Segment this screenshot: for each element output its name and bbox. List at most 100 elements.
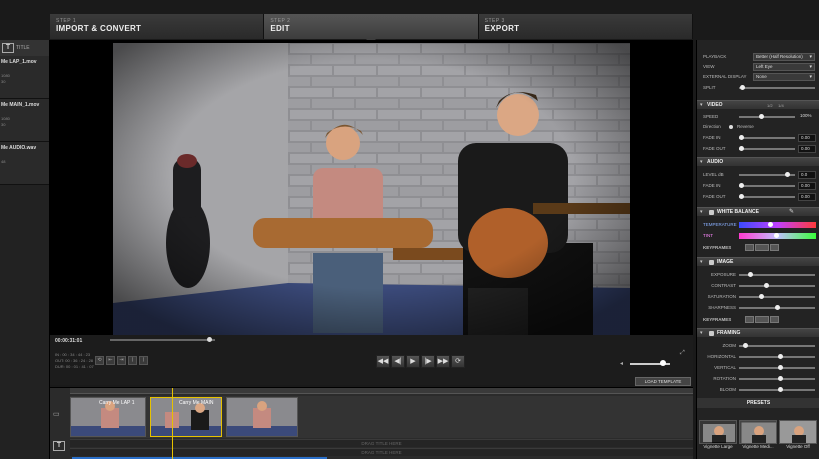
loop-button[interactable]: ⟳ (451, 355, 465, 368)
bloom-slider[interactable] (739, 387, 815, 392)
audio-fade-in-knob[interactable] (739, 183, 744, 188)
tint-knob[interactable] (773, 233, 779, 238)
split-slider[interactable] (739, 85, 815, 90)
step-export[interactable]: STEP 3 EXPORT (478, 14, 693, 39)
framing-section-header[interactable]: ▾ FRAMING (697, 328, 819, 337)
vertical-slider[interactable] (739, 365, 815, 370)
tint-slider[interactable] (739, 233, 816, 239)
fade-out-value[interactable]: 0.00 (798, 145, 816, 153)
framing-checkbox[interactable] (709, 331, 714, 336)
keyframe-prev-button[interactable] (745, 316, 754, 323)
play-button[interactable]: ▶ (406, 355, 420, 368)
title-t-icon[interactable]: T (2, 43, 14, 53)
timeline-ruler[interactable] (70, 388, 693, 394)
mark-out-button[interactable]: ⇥ (117, 356, 126, 365)
scrub-bar[interactable] (110, 339, 215, 341)
fade-in-knob[interactable] (739, 135, 744, 140)
keyframe-next-button[interactable] (770, 316, 779, 323)
keyframe-next-button[interactable] (770, 244, 779, 251)
keyframe-prev-button[interactable] (745, 244, 754, 251)
contrast-slider[interactable] (739, 283, 815, 288)
level-slider[interactable] (739, 172, 795, 177)
eyedropper-icon[interactable]: ✎ (789, 208, 794, 215)
rewind-button[interactable]: ◀◀ (376, 355, 390, 368)
speed-value[interactable]: 100% (798, 113, 816, 121)
zoom-slider[interactable] (739, 343, 815, 348)
timeline[interactable]: ▭ Carry Me LAP 1 Carry Me MAIN T DRAG TI… (50, 387, 693, 459)
mark-in-button[interactable]: ⇤ (106, 356, 115, 365)
zoom-knob[interactable] (742, 343, 748, 348)
video-viewer[interactable] (50, 40, 693, 335)
reverse-radio[interactable] (729, 125, 733, 129)
step-import[interactable]: STEP 1 IMPORT & CONVERT (50, 14, 265, 39)
horizontal-knob[interactable] (778, 354, 784, 359)
fade-out-slider[interactable] (739, 146, 795, 151)
audio-fade-in-slider[interactable] (739, 183, 795, 188)
title-drop-zone[interactable]: DRAG TITLE HERE (70, 448, 693, 456)
fade-out-knob[interactable] (739, 146, 744, 151)
load-template-button[interactable]: LOAD TEMPLATE (635, 377, 691, 386)
horizontal-slider[interactable] (739, 354, 815, 359)
image-section-header[interactable]: ▾ IMAGE (697, 257, 819, 266)
audio-section-header[interactable]: ▾ AUDIO (697, 157, 819, 166)
fast-forward-button[interactable]: ▶▶ (436, 355, 450, 368)
title-track-icon[interactable]: T (53, 441, 65, 451)
split-knob[interactable] (740, 85, 746, 90)
prev-edit-button[interactable]: ⟨ (128, 356, 137, 365)
image-keyframes-row: KEYFRAMES (697, 315, 819, 325)
speed-slider[interactable] (739, 114, 795, 119)
keyframe-add-button[interactable] (755, 244, 769, 251)
vertical-knob[interactable] (778, 365, 784, 370)
next-edit-button[interactable]: ⟩ (139, 356, 148, 365)
fullscreen-icon[interactable]: ⤢ (680, 350, 685, 357)
timeline-clip[interactable] (226, 397, 298, 437)
bloom-knob[interactable] (778, 387, 784, 392)
sharpness-knob[interactable] (774, 305, 780, 310)
video-section-header[interactable]: ▾ VIDEO 1/2 1/4 (697, 100, 819, 109)
image-checkbox[interactable] (709, 260, 714, 265)
preset-vignette-medium[interactable]: Vignette Medi... (739, 420, 777, 450)
exposure-knob[interactable] (747, 272, 753, 277)
speed-knob[interactable] (759, 114, 765, 119)
timeline-clip-selected[interactable]: Carry Me MAIN (150, 397, 222, 437)
audio-fade-out-value[interactable]: 0.00 (798, 193, 816, 201)
keyframe-add-button[interactable] (755, 316, 769, 323)
preset-vignette-large[interactable]: Vignette Large (699, 420, 737, 450)
level-value[interactable]: 0.0 (798, 171, 816, 179)
view-select[interactable]: Left Eye (753, 63, 815, 71)
timeline-clip[interactable]: Carry Me LAP 1 (70, 397, 146, 437)
fade-in-value[interactable]: 0.00 (798, 134, 816, 142)
audio-fade-out-knob[interactable] (739, 194, 744, 199)
step-forward-button[interactable]: |▶ (421, 355, 435, 368)
playback-select[interactable]: Better (Half Resolution) (753, 53, 815, 61)
scrub-handle[interactable] (206, 337, 212, 342)
sharpness-slider[interactable] (739, 305, 815, 310)
bin-clip[interactable]: Me AUDIO.wav 48 (0, 142, 49, 185)
rotation-knob[interactable] (778, 376, 784, 381)
title-drop-zone[interactable]: DRAG TITLE HERE (70, 439, 693, 447)
level-knob[interactable] (784, 172, 790, 177)
exposure-slider[interactable] (739, 272, 815, 277)
temperature-slider[interactable] (739, 222, 816, 228)
external-display-select[interactable]: None (753, 73, 815, 81)
audio-fade-out-slider[interactable] (739, 194, 795, 199)
temperature-knob[interactable] (767, 222, 773, 227)
saturation-slider[interactable] (739, 294, 815, 299)
step-edit[interactable]: STEP 2 EDIT (264, 14, 479, 44)
audio-fade-in-value[interactable]: 0.00 (798, 182, 816, 190)
step-back-button[interactable]: ◀| (391, 355, 405, 368)
bin-clip[interactable]: Me LAP_1.mov 1080 30 (0, 56, 49, 99)
fade-in-slider[interactable] (739, 135, 795, 140)
view-label: VIEW (703, 64, 715, 69)
playhead[interactable] (172, 388, 173, 459)
undo-button[interactable]: ⟲ (95, 356, 104, 365)
bin-clip[interactable]: Me MAIN_1.mov 1080 30 (0, 99, 49, 142)
rotation-slider[interactable] (739, 376, 815, 381)
preset-vignette-off[interactable]: Vignette Off (779, 420, 817, 450)
white-balance-checkbox[interactable] (709, 210, 714, 215)
saturation-knob[interactable] (758, 294, 764, 299)
preset-thumbnail (739, 420, 777, 444)
white-balance-section-header[interactable]: ▾ WHITE BALANCE ✎ (697, 207, 819, 216)
volume-handle[interactable] (660, 360, 667, 366)
contrast-knob[interactable] (763, 283, 769, 288)
